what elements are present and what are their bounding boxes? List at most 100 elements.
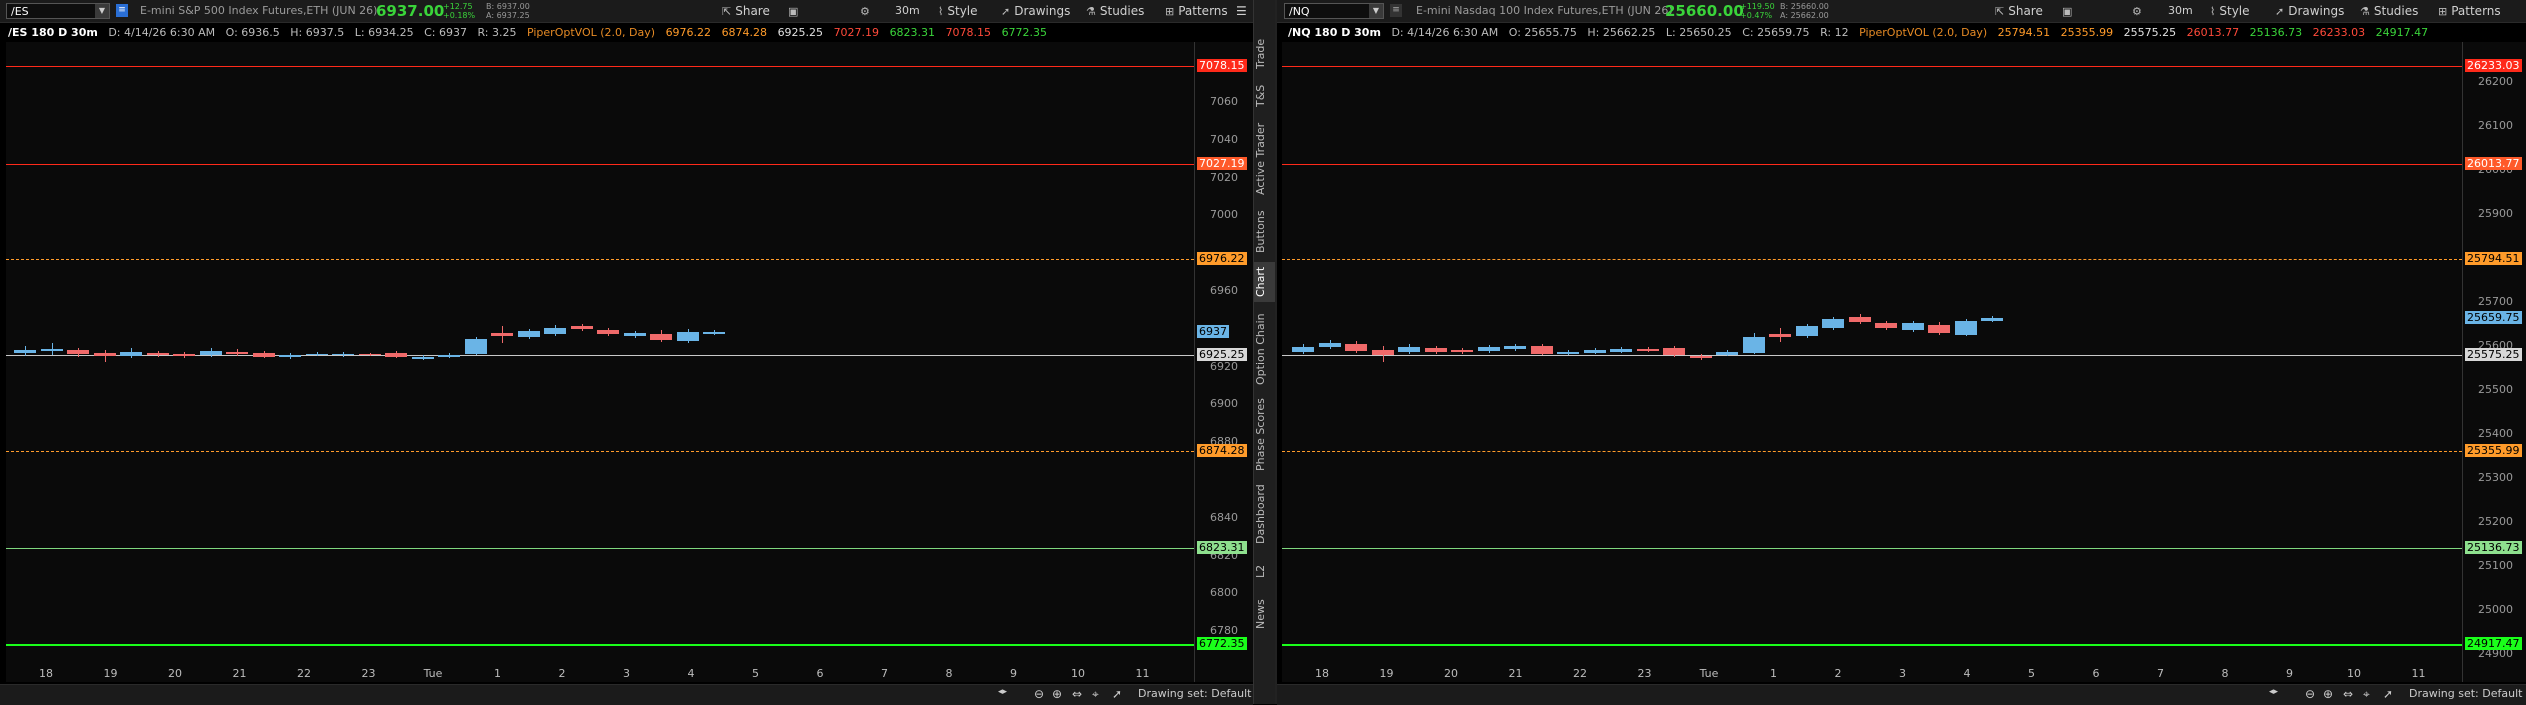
left-ytick: 6780 (1210, 624, 1238, 637)
right-info-open: O: 25655.75 (1508, 26, 1577, 39)
right-style-button[interactable]: ⌇ Style (2210, 3, 2250, 19)
scroll-left-icon[interactable]: ◂▸ (998, 687, 1007, 697)
right-xtick: 20 (1444, 667, 1458, 680)
right-chart-area[interactable] (1282, 42, 2462, 682)
info-icon[interactable]: ≡ (116, 4, 128, 17)
candle-body (1742, 337, 1765, 353)
right-xtick: 19 (1379, 667, 1394, 680)
candle-body (517, 331, 540, 337)
tab-dashboard[interactable]: Dashboard (1254, 482, 1276, 546)
tab-buttons[interactable]: Buttons (1254, 206, 1276, 258)
left-level-r2 (6, 66, 1194, 67)
zoom-in-icon[interactable]: ⊕ (1052, 687, 1062, 701)
right-symbol-input[interactable]: /NQ ▼ (1284, 3, 1384, 19)
left-change-pts: +12.75 (443, 2, 473, 11)
left-label-last: 6937 (1197, 325, 1229, 338)
right-bid: B: 25660.00 (1780, 2, 1829, 11)
tab-option-chain[interactable]: Option Chain (1254, 310, 1276, 388)
right-drawing-set[interactable]: Drawing set: Default (2409, 687, 2522, 700)
right-xtick: 3 (1899, 667, 1906, 680)
tab-time-and-sales[interactable]: T&S (1254, 82, 1276, 110)
chevron-down-icon[interactable]: ▼ (1369, 4, 1383, 18)
right-level-o2 (1282, 451, 2462, 452)
right-drawings-button[interactable]: ➚ Drawings (2275, 3, 2344, 19)
crosshair-icon[interactable]: ⌖ (2363, 687, 2370, 702)
left-chart-area[interactable] (6, 42, 1194, 682)
candle-body (1663, 348, 1685, 355)
left-info-title: /ES 180 D 30m (8, 26, 98, 39)
right-studies-button[interactable]: ⚗ Studies (2360, 3, 2418, 19)
candle-body (1610, 349, 1632, 352)
right-interval-button[interactable]: 30m (2168, 3, 2193, 19)
right-xtick: 7 (2157, 667, 2164, 680)
left-style-button[interactable]: ⌇ Style (938, 3, 978, 19)
save-icon: ▣ (788, 5, 799, 18)
left-drawing-set[interactable]: Drawing set: Default (1138, 687, 1251, 700)
candle-body (623, 333, 646, 336)
candle-body (1848, 317, 1871, 322)
left-patterns-button[interactable]: ⊞ Patterns (1165, 3, 1228, 19)
left-menu-icon[interactable]: ☰ (1236, 3, 1247, 19)
fit-width-icon[interactable]: ⇔ (2343, 687, 2353, 701)
zoom-out-icon[interactable]: ⊖ (1034, 687, 1044, 701)
cursor-icon[interactable]: ➚ (2383, 687, 2393, 701)
left-symbol-input[interactable]: /ES ▼ (6, 3, 110, 19)
patterns-icon: ⊞ (1165, 5, 1175, 18)
left-label-g2: 6772.35 (1197, 637, 1247, 650)
cursor-icon[interactable]: ➚ (1112, 687, 1122, 701)
zoom-out-icon[interactable]: ⊖ (2305, 687, 2315, 701)
left-change-pct: +0.18% (443, 11, 476, 20)
style-icon: ⌇ (2210, 5, 2216, 18)
candle-body (305, 354, 328, 355)
right-share-button[interactable]: ⇱ Share (1995, 3, 2043, 19)
tab-phase-scores[interactable]: Phase Scores (1254, 396, 1276, 474)
right-time-axis: 18 19 20 21 22 23 Tue 1 2 3 4 5 6 7 8 9 10 11 (1282, 664, 2462, 682)
tab-l2[interactable]: L2 (1254, 556, 1276, 586)
tab-news[interactable]: News (1254, 594, 1276, 634)
right-xtick: 1 (1770, 667, 1777, 680)
right-xtick: 6 (2092, 667, 2100, 680)
left-xtick: 21 (232, 667, 247, 680)
left-studies-button[interactable]: ⚗ Studies (1086, 3, 1144, 19)
candle-body (438, 355, 460, 357)
right-settings-button[interactable]: ⚙ (2132, 3, 2146, 19)
left-settings-button[interactable]: ⚙ (860, 3, 874, 19)
right-level-o1 (1282, 259, 2462, 260)
right-patterns-button[interactable]: ⊞ Patterns (2438, 3, 2501, 19)
tab-trade[interactable]: Trade (1254, 34, 1276, 74)
left-save-icon[interactable]: ▣ (788, 3, 802, 19)
left-ytick: 6800 (1210, 586, 1238, 599)
candle-body (120, 352, 142, 356)
fit-width-icon[interactable]: ⇔ (1072, 687, 1082, 701)
left-share-button[interactable]: ⇱ Share (722, 3, 770, 19)
tab-chart[interactable]: Chart (1254, 262, 1276, 302)
left-level-o2 (6, 451, 1194, 452)
right-info-range: R: 12 (1820, 26, 1849, 39)
chevron-down-icon[interactable]: ▼ (95, 4, 109, 18)
candle-body (1928, 325, 1950, 333)
right-label-last: 25659.75 (2465, 311, 2522, 324)
left-interval-button[interactable]: 30m (895, 3, 920, 19)
tab-active-trader[interactable]: Active Trader (1254, 120, 1276, 198)
right-ytick: 25300 (2478, 471, 2513, 484)
right-level-r2 (1282, 66, 2462, 67)
left-info-low: L: 6934.25 (354, 26, 414, 39)
panel-divider[interactable] (1275, 0, 1277, 704)
right-info-v2: 25355.99 (2060, 26, 2114, 39)
zoom-in-icon[interactable]: ⊕ (2323, 687, 2333, 701)
left-xtick: 5 (752, 667, 759, 680)
candle-body (40, 349, 63, 351)
right-ytick: 26100 (2478, 119, 2513, 132)
candle-body (358, 354, 381, 355)
share-icon: ⇱ (1995, 5, 2005, 18)
right-save-icon[interactable]: ▣ (2062, 3, 2076, 19)
candle-body (1504, 346, 1526, 349)
candle-body (1398, 347, 1420, 352)
left-xtick: 9 (1010, 667, 1017, 680)
left-drawings-button[interactable]: ➚ Drawings (1001, 3, 1070, 19)
candle-body (1795, 326, 1818, 336)
info-icon[interactable]: ≡ (1390, 4, 1402, 17)
crosshair-icon[interactable]: ⌖ (1092, 687, 1099, 702)
right-info-v7: 24917.47 (2375, 26, 2429, 39)
scroll-left-icon[interactable]: ◂▸ (2269, 687, 2278, 697)
